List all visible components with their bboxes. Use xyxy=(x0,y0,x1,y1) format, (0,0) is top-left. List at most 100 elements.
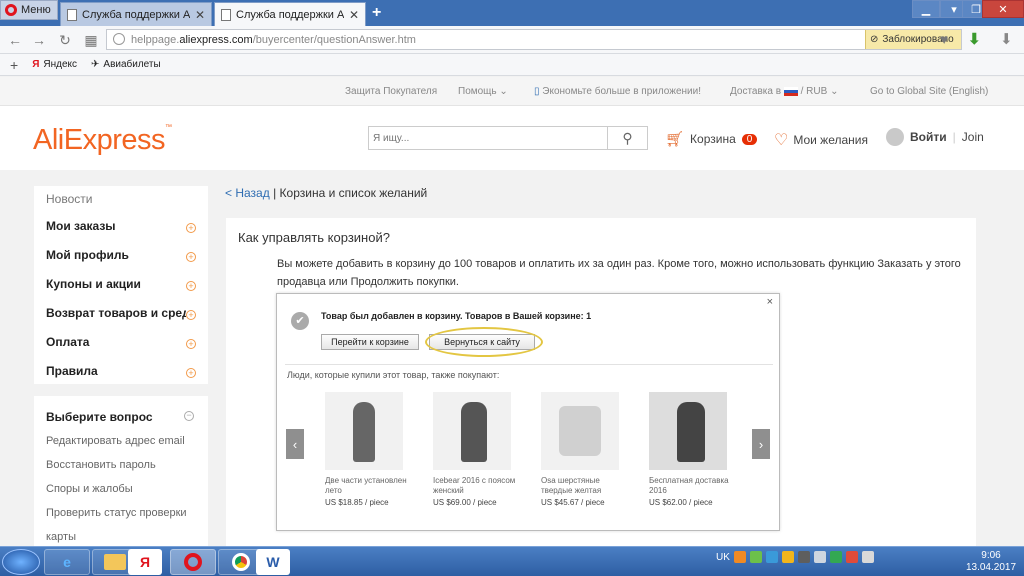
browser-tab-active[interactable]: Служба поддержки AliExp ✕ xyxy=(214,2,366,26)
question-link[interactable]: карты xyxy=(46,531,76,543)
product-image xyxy=(649,392,727,470)
address-bar: ← → ↻ ▦ helppage.aliexpress.com/buyercen… xyxy=(0,26,1024,54)
question-link[interactable]: Проверить статус проверки xyxy=(46,507,187,519)
bookmark-tickets[interactable]: ✈ Авиабилеты xyxy=(91,59,161,70)
divider xyxy=(285,364,773,365)
search-input[interactable] xyxy=(369,127,607,149)
product-card: Icebear 2016 с поясом женский US $69.00 … xyxy=(433,392,523,507)
windows-taskbar: e Я W UK 9:06 13.04.2017 xyxy=(0,546,1024,576)
tray-app-icon[interactable] xyxy=(749,551,762,563)
clock-time: 9:06 xyxy=(981,550,1001,561)
volume-icon[interactable] xyxy=(861,551,874,563)
clock[interactable]: 9:06 13.04.2017 xyxy=(962,550,1020,574)
opera-menu-button[interactable]: Меню xyxy=(0,0,58,20)
url-field[interactable]: helppage.aliexpress.com/buyercenter/ques… xyxy=(106,29,962,50)
heart-icon[interactable]: ♥ xyxy=(940,31,958,49)
global-site-link[interactable]: Go to Global Site (English) xyxy=(870,86,988,97)
product-card: Osa шерстяные твердые желтая US $45.67 /… xyxy=(541,392,631,507)
tray-app-icon[interactable] xyxy=(781,551,794,563)
expand-plus-icon[interactable]: + xyxy=(186,281,196,291)
carousel-prev-icon: ‹ xyxy=(286,429,304,459)
close-window-button[interactable]: ✕ xyxy=(982,0,1024,18)
product-card: Бесплатная доставка 2016 US $62.00 / pie… xyxy=(649,392,739,507)
yandex-browser-icon[interactable]: Я xyxy=(128,549,162,575)
sidebar-item-rules[interactable]: Правила xyxy=(46,364,196,378)
help-menu[interactable]: Помощь ⌄ xyxy=(458,86,508,97)
start-button[interactable] xyxy=(2,549,40,575)
tray-app-icon[interactable] xyxy=(733,551,746,563)
forward-arrow-icon[interactable]: → xyxy=(30,31,48,49)
product-name: Icebear 2016 с поясом женский xyxy=(433,476,516,495)
page-icon xyxy=(67,8,77,21)
speed-dial-grid-icon[interactable]: ▦ xyxy=(82,31,100,49)
aliexpress-logo[interactable]: AliExpress™ xyxy=(33,124,172,157)
product-name: Бесплатная доставка 2016 xyxy=(649,476,729,495)
page-icon xyxy=(221,8,231,21)
minimize-window-button[interactable]: ▁ xyxy=(912,0,940,18)
tab-close-icon[interactable]: ✕ xyxy=(195,8,205,22)
clock-date: 13.04.2017 xyxy=(965,562,1017,573)
question-link[interactable]: Споры и жалобы xyxy=(46,483,133,495)
avatar xyxy=(886,128,904,146)
app-promo-link[interactable]: ▯ Экономьте больше в приложении! xyxy=(534,86,701,97)
account-area: Войти | Join xyxy=(886,128,984,146)
url-text: helppage.aliexpress.com/buyercenter/ques… xyxy=(131,33,416,46)
expand-plus-icon[interactable]: + xyxy=(186,252,196,262)
product-price: US $69.00 / piece xyxy=(433,498,497,507)
product-image xyxy=(325,392,403,470)
tab-close-icon[interactable]: ✕ xyxy=(349,8,359,22)
sidebar-item-orders[interactable]: Мои заказы xyxy=(46,219,196,233)
news-link[interactable]: Новости xyxy=(46,192,92,206)
product-image xyxy=(433,392,511,470)
signin-link[interactable]: Войти xyxy=(910,130,947,144)
tray-app-icon[interactable] xyxy=(829,551,842,563)
expand-plus-icon[interactable]: + xyxy=(186,310,196,320)
sidebar-item-payment[interactable]: Оплата xyxy=(46,335,196,349)
language-indicator[interactable]: UK xyxy=(716,552,730,563)
expand-plus-icon[interactable]: + xyxy=(186,223,196,233)
bookmark-yandex[interactable]: Я Яндекс xyxy=(32,59,77,70)
answer-text: Вы можете добавить в корзину до 100 това… xyxy=(277,258,961,288)
carousel-next-icon: › xyxy=(752,429,770,459)
product-name: Две части установлен лето xyxy=(325,476,407,495)
opera-icon[interactable] xyxy=(170,549,216,575)
tray-app-icon[interactable] xyxy=(845,551,858,563)
tab-title: Служба поддержки AliExp xyxy=(236,8,344,21)
block-icon: ⊘ xyxy=(870,34,879,45)
download-icon[interactable]: ⬇ xyxy=(968,30,981,48)
search-button[interactable]: ⚲ xyxy=(607,127,647,149)
help-categories-sidebar: Новости Мои заказы + Мой профиль + Купон… xyxy=(34,186,208,384)
buyer-protection-link[interactable]: Защита Покупателя xyxy=(345,86,437,97)
expand-plus-icon[interactable]: + xyxy=(186,339,196,349)
network-icon[interactable] xyxy=(813,551,826,563)
cart-link[interactable]: 🛒︎ Корзина 0 xyxy=(665,130,758,148)
tray-app-icon[interactable] xyxy=(797,551,810,563)
chevron-down-icon: ⌄ xyxy=(830,86,839,97)
product-price: US $45.67 / piece xyxy=(541,498,605,507)
question-link[interactable]: Восстановить пароль xyxy=(46,459,156,471)
sidebar-item-coupons[interactable]: Купоны и акции xyxy=(46,277,196,291)
join-link[interactable]: Join xyxy=(962,130,984,144)
reload-icon[interactable]: ↻ xyxy=(56,31,74,49)
sidebar-item-profile[interactable]: Мой профиль xyxy=(46,248,196,262)
delivery-currency-selector[interactable]: Доставка в / RUB ⌄ xyxy=(730,86,838,97)
cart-count-badge: 0 xyxy=(741,133,758,145)
expand-plus-icon[interactable]: + xyxy=(186,368,196,378)
word-icon[interactable]: W xyxy=(256,549,290,575)
ie-icon[interactable]: e xyxy=(44,549,90,575)
collapse-minus-icon[interactable]: − xyxy=(184,411,194,421)
question-link[interactable]: Редактировать адрес email xyxy=(46,435,185,447)
search-icon: ⚲ xyxy=(622,129,633,146)
sidebar-item-returns[interactable]: Возврат товаров и средств xyxy=(46,306,186,320)
downloads-menu-icon[interactable]: ⬇ xyxy=(1000,30,1013,48)
back-link[interactable]: < Назад xyxy=(225,186,270,200)
browser-tab[interactable]: Служба поддержки AliExp ✕ xyxy=(60,2,212,26)
add-bookmark-icon[interactable]: + xyxy=(10,57,18,73)
added-message: Товар был добавлен в корзину. Товаров в … xyxy=(321,311,592,321)
new-tab-button[interactable]: + xyxy=(372,4,381,22)
tray-app-icon[interactable] xyxy=(765,551,778,563)
wishlist-link[interactable]: ♡ Мои желания xyxy=(774,130,868,150)
back-arrow-icon[interactable]: ← xyxy=(6,31,24,49)
menu-label: Меню xyxy=(21,4,51,16)
answer-card: Как управлять корзиной? Вы можете добави… xyxy=(226,218,976,548)
